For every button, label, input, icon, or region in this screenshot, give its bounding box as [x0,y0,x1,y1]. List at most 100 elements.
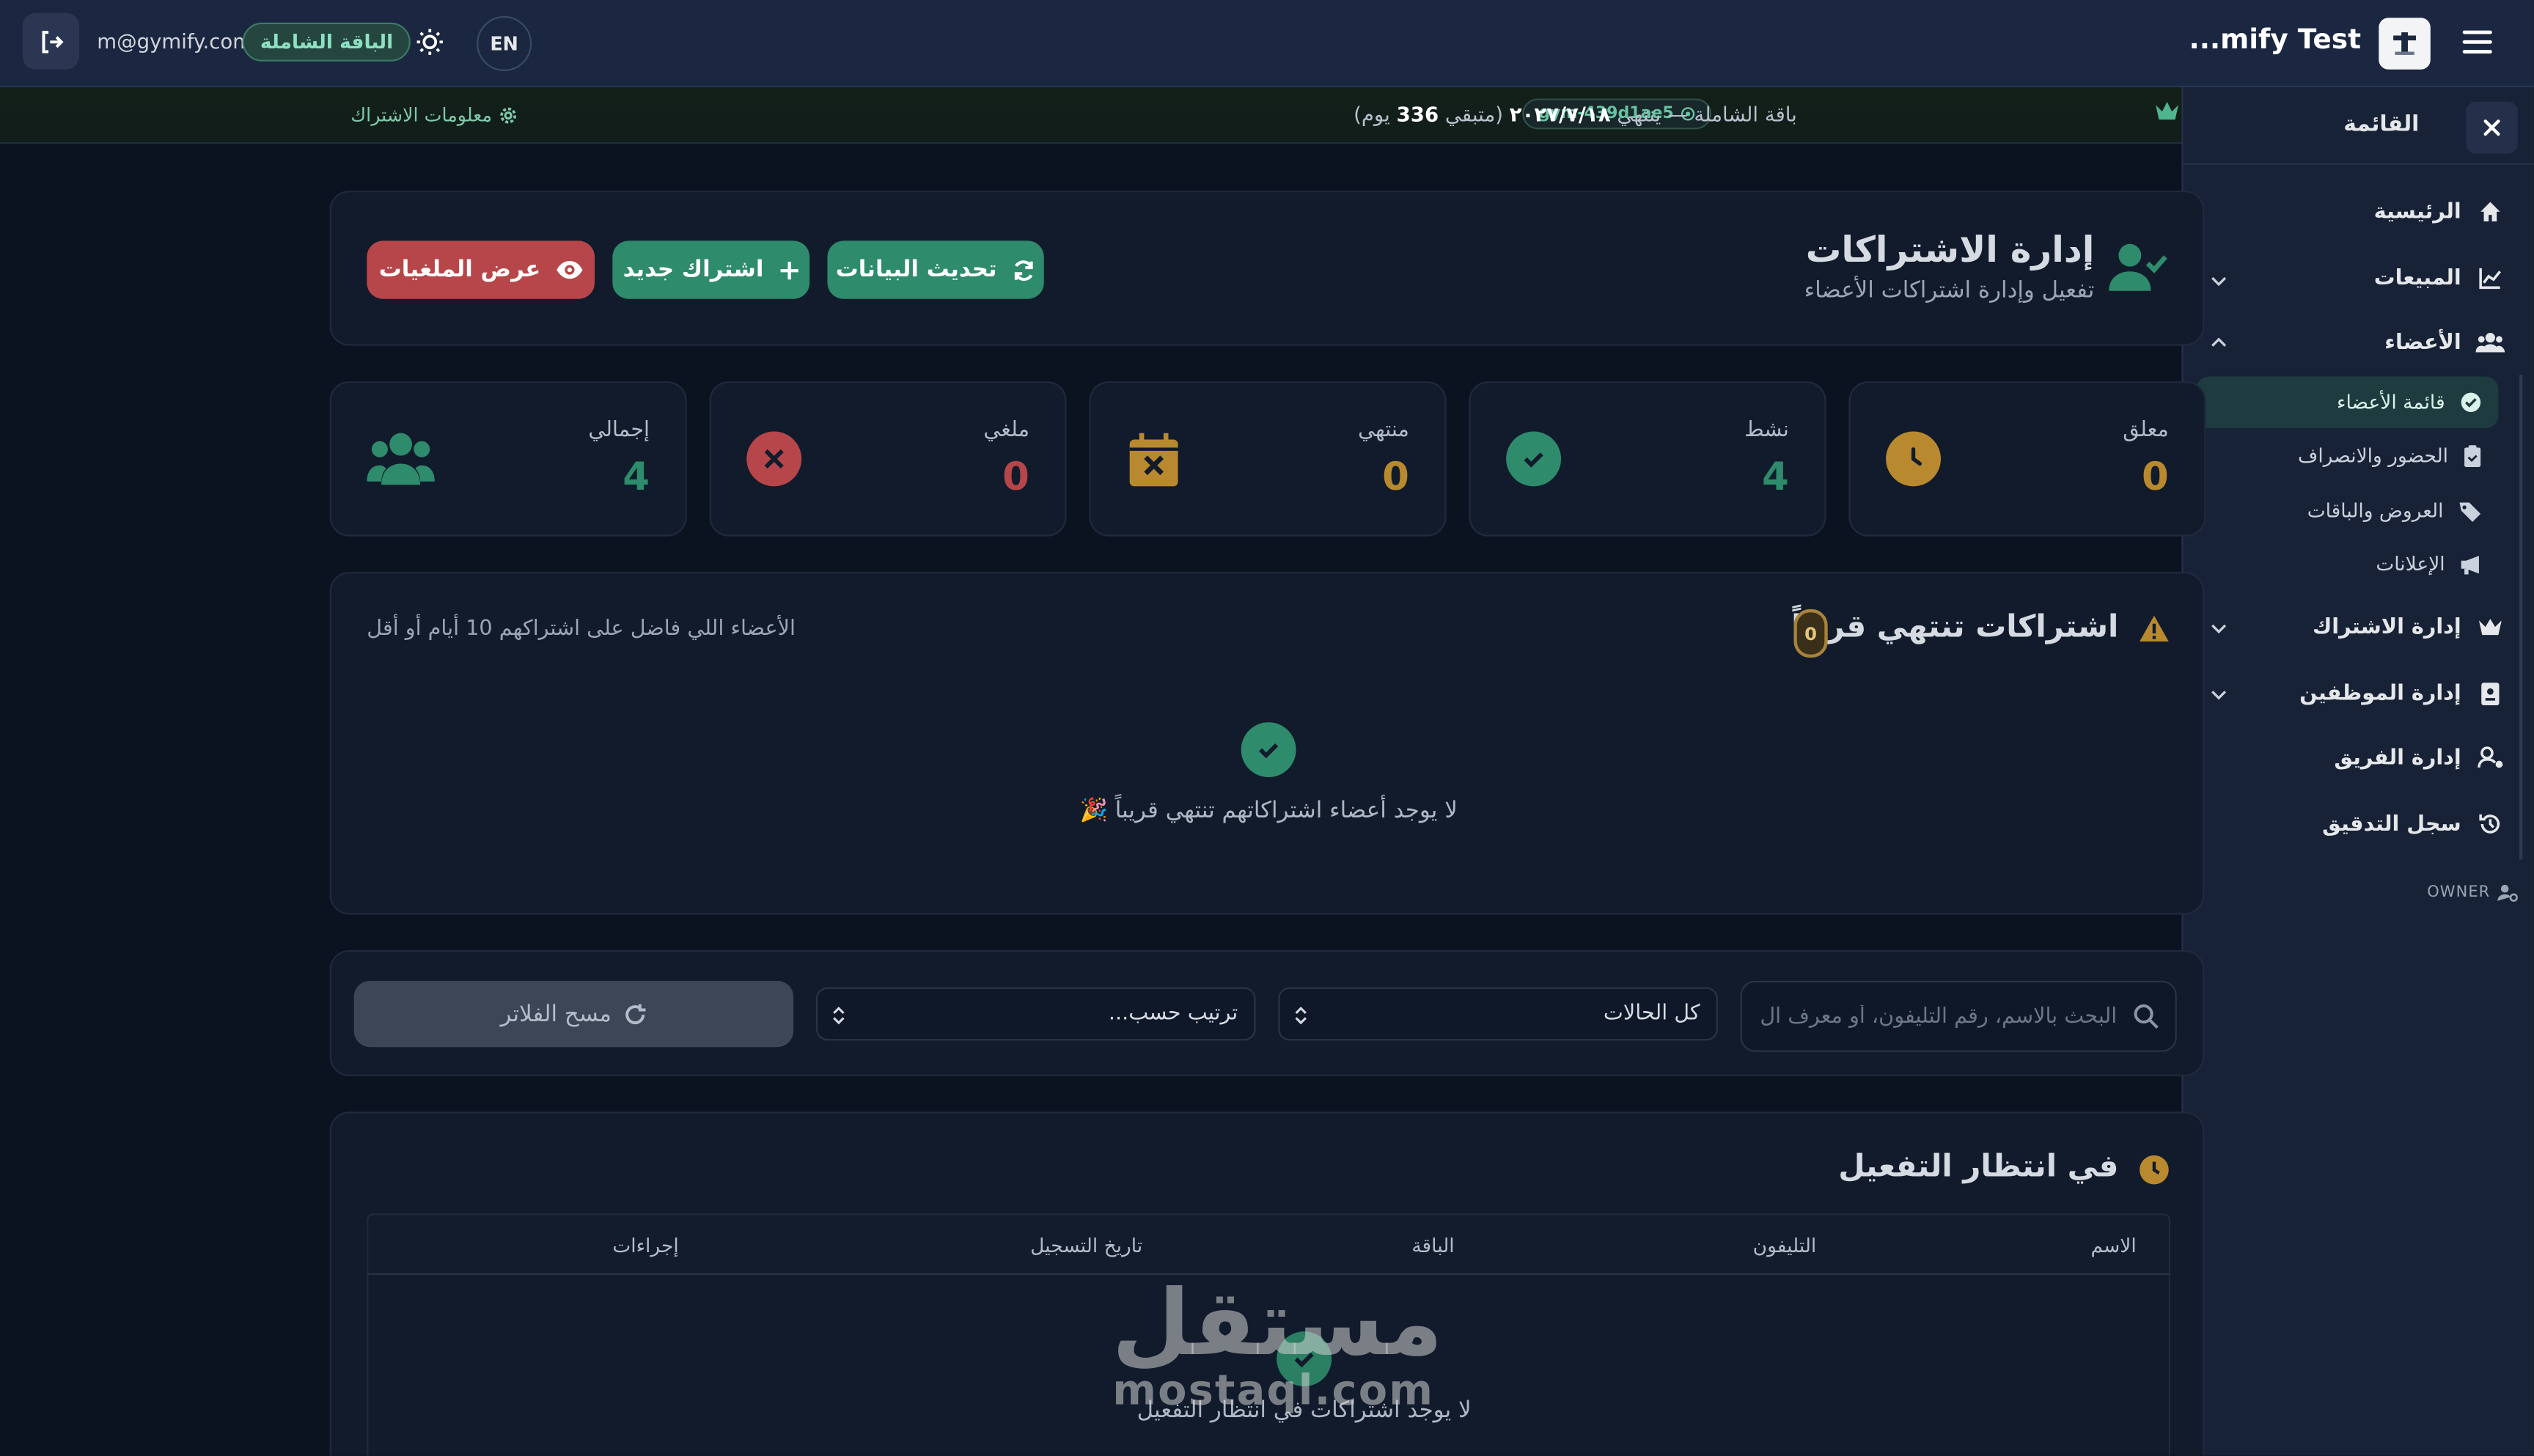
search-input[interactable] [1755,982,2118,1051]
sidebar-item-label: المبيعات [2373,265,2461,290]
chevron-down-icon[interactable] [2209,685,2228,704]
new-subscription-label: اشتراك جديد [623,257,764,283]
sidebar-item-audit-log[interactable]: سجل التدقيق [2322,808,2505,840]
sidebar-item-label: إدارة الاشتراك [2313,614,2461,639]
clock-icon [1886,431,1942,487]
plan-expiry-status: باقة الشاملة — ينتهي ٢٠٢٧/٧/١٨ (متبقي 33… [1354,102,1797,126]
show-cancelled-button[interactable]: عرض الملغيات [367,240,595,299]
sidebar-item-staff[interactable]: إدارة الموظفين [2299,677,2505,709]
chevron-up-icon[interactable] [2209,333,2228,352]
column-header-name: الاسم [2090,1234,2137,1257]
clear-filters-label: مسح الفلاتر [500,1001,612,1027]
hamburger-icon [2462,30,2492,54]
logout-icon [41,29,63,53]
close-icon [2483,120,2500,136]
expiring-hint: الأعضاء اللي فاضل على اشتراكهم 10 أيام أ… [367,617,796,641]
sidebar-item-label: سجل التدقيق [2322,812,2461,837]
pending-empty-message: لا يوجد اشتراكات في انتظار التفعيل [1136,1397,1472,1424]
stat-label: منتهي [1358,418,1409,443]
pending-table-body: لا يوجد اشتراكات في انتظار التفعيل [367,1274,2170,1456]
stat-card-active: نشط 4 [1469,381,1826,537]
sidebar-header: القائمة [2183,87,2534,165]
pending-title: في انتظار التفعيل [1838,1149,2119,1185]
expiring-title: اشتراكات تنتهي قريباً [1791,608,2119,645]
stat-value: 4 [1762,454,1789,500]
sidebar-item-label: الأعضاء [2384,330,2461,355]
subscription-info-label: معلومات الاشتراك [350,103,493,126]
sidebar-item-team[interactable]: إدارة الفريق [2334,742,2505,774]
subscription-info-link[interactable]: معلومات الاشتراك [350,103,518,126]
status-filter-select[interactable]: كل الحالات [1278,987,1718,1041]
role-tag: OWNER [2427,884,2518,902]
sidebar-item-sales[interactable]: المبيعات [2374,262,2505,294]
megaphone-icon [2459,554,2482,575]
sidebar-subitem-attendance[interactable]: الحضور والانصراف [2298,439,2482,471]
plus-icon [779,260,798,279]
logout-button[interactable] [22,12,79,70]
crown-icon [2476,612,2505,641]
sort-select[interactable]: ترتيب حسب... [816,987,1256,1041]
chevron-down-icon[interactable] [2209,271,2228,290]
top-bar: m@gymify.com الباقة الشاملة EN ...mify T… [0,0,2534,88]
language-toggle-button[interactable]: EN [477,16,532,71]
column-header-phone: التليفون [1752,1234,1817,1257]
expiring-soon-card: اشتراكات تنتهي قريباً 0 الأعضاء اللي فاض… [329,572,2205,915]
app-root: m@gymify.com الباقة الشاملة EN ...mify T… [0,0,2534,1456]
stat-value: 0 [1002,454,1029,500]
page-subtitle: تفعيل وإدارة اشتراكات الأعضاء [1804,278,2095,304]
sidebar-subitem-label: العروض والباقات [2307,499,2444,522]
sidebar: القائمة الرئيسية المبيعات الأعضاء قائمة … [2181,87,2534,1456]
chevron-down-icon[interactable] [2209,619,2228,638]
calendar-x-icon [1126,431,1181,486]
sidebar-subitem-label: الإعلانات [2376,552,2445,576]
subscription-bar: معلومات الاشتراك gym-439d1ae5 باقة الشام… [0,87,2185,144]
stat-value: 0 [1382,454,1409,500]
sidebar-subitem-label: قائمة الأعضاء [2337,391,2445,414]
stat-card-total: إجمالي 4 [329,381,687,537]
check-circle-icon [2459,391,2482,413]
sidebar-item-label: إدارة الموظفين [2299,680,2461,706]
new-subscription-button[interactable]: اشتراك جديد [612,240,810,299]
sidebar-close-button[interactable] [2466,101,2518,154]
menu-toggle-button[interactable] [2459,24,2494,59]
sort-value: ترتيب حسب... [1108,1001,1238,1026]
sidebar-subitem-member-list[interactable]: قائمة الأعضاء [2196,376,2499,429]
check-circle-icon [1277,1331,1332,1387]
users-icon [2475,328,2505,357]
id-card-icon [2476,679,2505,708]
sidebar-item-home[interactable]: الرئيسية [2374,196,2505,228]
home-icon [2476,197,2505,227]
refresh-data-button[interactable]: تحديث البيانات [827,240,1044,299]
gear-icon [501,106,518,123]
user-gear-icon [2476,743,2505,773]
sidebar-item-members[interactable]: الأعضاء [2384,326,2505,359]
sidebar-item-subscriptions[interactable]: إدارة الاشتراك [2313,611,2505,643]
tags-icon [2458,500,2482,521]
warning-icon [2140,615,2169,641]
sidebar-subitem-announcements[interactable]: الإعلانات [2376,548,2482,580]
pending-activation-card: في انتظار التفعيل الاسم التليفون الباقة … [329,1111,2205,1456]
remaining-days: 336 [1396,101,1439,126]
remaining-prefix: (متبقي [1444,101,1503,126]
history-icon [2476,809,2505,839]
plan-badge: الباقة الشاملة [242,22,411,62]
stat-card-expired: منتهي 0 [1089,381,1447,537]
page-header-card: إدارة الاشتراكات تفعيل وإدارة اشتراكات ا… [329,191,2205,346]
sidebar-title: القائمة [2343,111,2420,138]
user-check-icon [2109,240,2167,293]
pending-table-header: الاسم التليفون الباقة تاريخ التسجيل إجرا… [367,1213,2170,1275]
eye-icon [556,260,582,279]
expiring-empty-message: لا يوجد أعضاء اشتراكاتهم تنتهي قريباً 🎉 [1079,798,1458,825]
refresh-icon [1014,260,1033,281]
status-filter-value: كل الحالات [1603,1001,1700,1026]
theme-toggle-button[interactable] [407,19,452,65]
stat-label: ملغي [983,418,1029,443]
remaining-suffix: يوم) [1354,101,1390,126]
sidebar-scrollbar[interactable] [2519,375,2523,860]
clock-icon [2140,1155,2169,1185]
clear-filters-button[interactable]: مسح الفلاتر [353,980,794,1048]
stat-value: 0 [2141,454,2169,500]
column-header-package: الباقة [1411,1234,1455,1257]
search-icon [2134,1004,2159,1029]
sidebar-subitem-offers[interactable]: العروض والباقات [2307,494,2483,526]
